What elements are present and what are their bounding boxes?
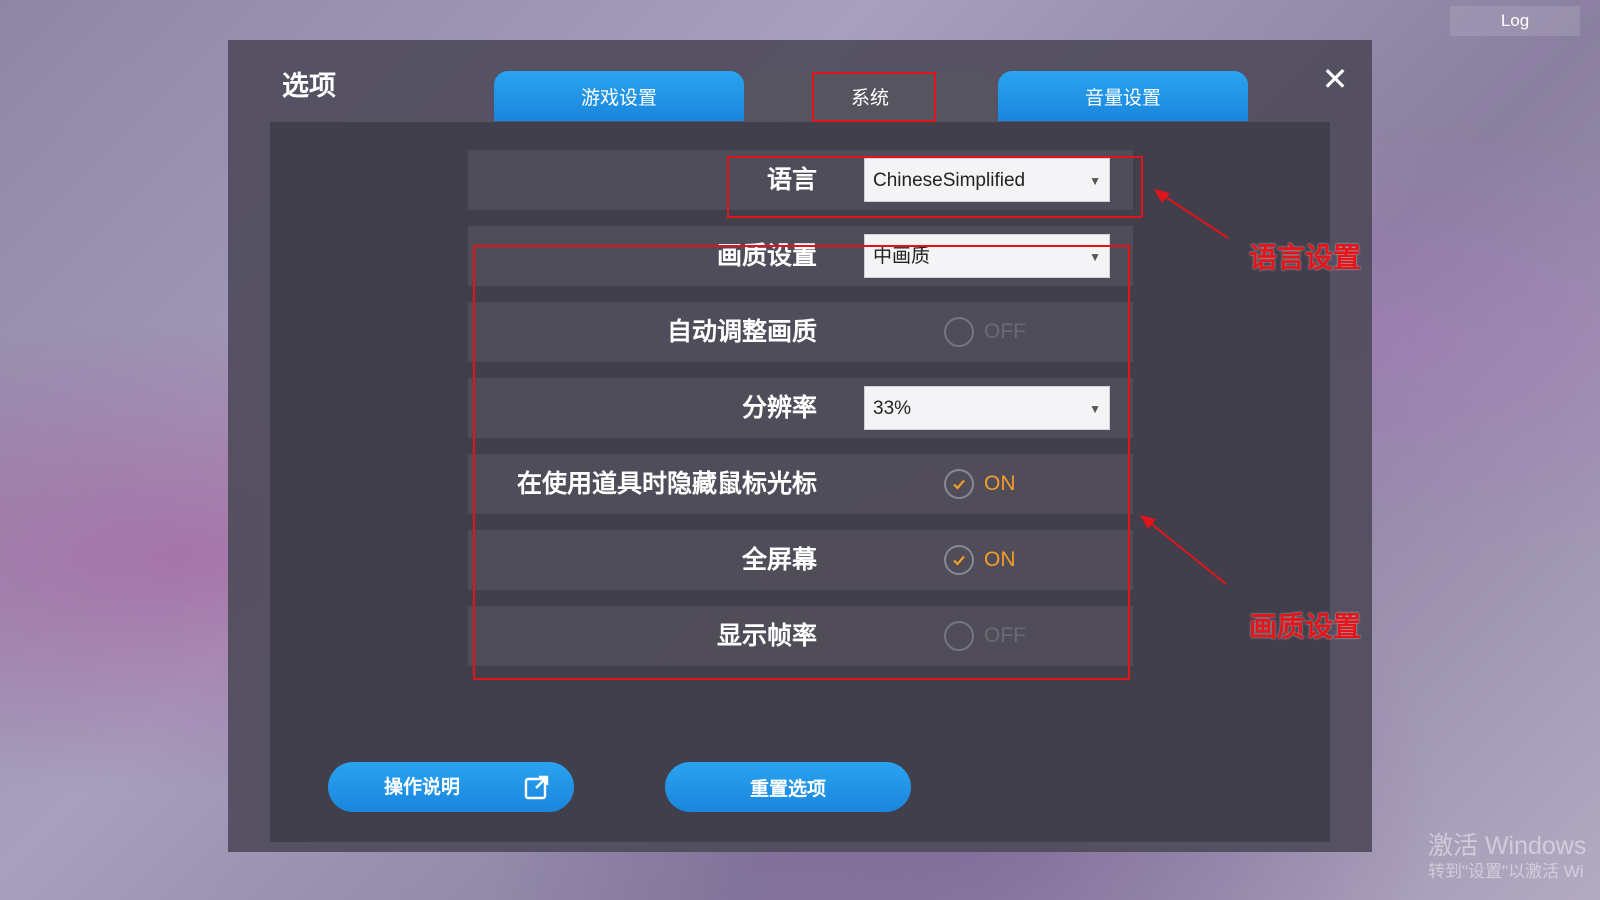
language-highlight-box	[727, 156, 1143, 218]
tab-audio-settings[interactable]: 音量设置	[998, 71, 1248, 121]
tab-label: 游戏设置	[580, 86, 657, 109]
quality-highlight-box	[473, 245, 1130, 680]
help-button[interactable]: 操作说明	[328, 762, 574, 812]
quality-annotation: 画质设置	[1249, 610, 1362, 643]
log-button[interactable]: Log	[1450, 6, 1580, 36]
reset-button-label: 重置选项	[749, 777, 826, 800]
tab-label: 音量设置	[1084, 86, 1161, 109]
watermark-line1: 激活 Windows	[1428, 832, 1587, 860]
reset-options-button[interactable]: 重置选项	[665, 762, 911, 812]
dialog-title: 选项	[282, 71, 336, 102]
watermark-line2: 转到"设置"以激活 Wi	[1428, 862, 1584, 881]
tab-highlight-box	[812, 72, 936, 122]
help-button-label: 操作说明	[384, 776, 461, 798]
close-button[interactable]: ✕	[1318, 62, 1352, 96]
external-link-icon	[524, 775, 549, 800]
tab-game-settings[interactable]: 游戏设置	[494, 71, 744, 121]
close-icon: ✕	[1321, 60, 1349, 98]
windows-activation-watermark: 激活 Windows 转到"设置"以激活 Wi	[1428, 832, 1587, 881]
language-annotation: 语言设置	[1249, 241, 1362, 274]
